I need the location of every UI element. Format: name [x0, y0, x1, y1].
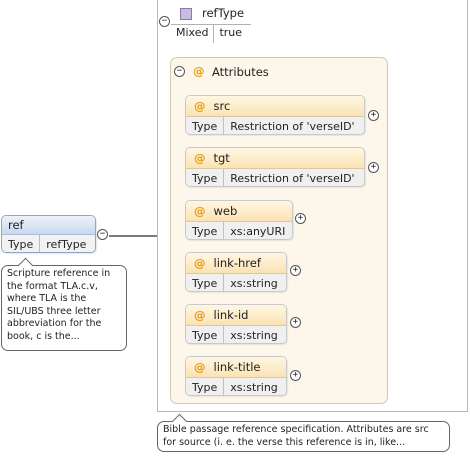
element-ref[interactable]: ref Type refType — [1, 215, 96, 253]
attribute-link-title[interactable]: @ link-title Type xs:string — [185, 356, 287, 396]
attribute-src[interactable]: @ src Type Restriction of 'verseID' — [185, 95, 365, 135]
type-documentation: Bible passage reference specification. A… — [157, 413, 450, 452]
complex-type-icon — [180, 8, 192, 20]
attribute-icon: @ — [194, 99, 206, 113]
attribute-icon: @ — [194, 308, 206, 322]
attribute-name: link-id — [213, 308, 249, 322]
type-value: Restriction of 'verseID' — [230, 119, 355, 133]
type-label: Type — [186, 222, 225, 239]
type-label: Type — [186, 326, 225, 343]
expand-toggle[interactable]: + — [290, 265, 301, 276]
attribute-icon: @ — [194, 360, 206, 374]
expand-toggle[interactable]: + — [368, 110, 379, 121]
type-label: Type — [186, 274, 225, 291]
mixed-value: true — [219, 26, 243, 39]
type-label: Type — [186, 117, 225, 134]
attribute-name: src — [213, 99, 231, 113]
collapse-toggle[interactable]: − — [159, 16, 170, 27]
attribute-icon: @ — [194, 151, 206, 165]
type-documentation-text: Bible passage reference specification. A… — [163, 424, 429, 448]
attribute-icon: @ — [194, 204, 206, 218]
attribute-link-id[interactable]: @ link-id Type xs:string — [185, 304, 287, 344]
attribute-web[interactable]: @ web Type xs:anyURI — [185, 200, 293, 240]
attributes-title: Attributes — [212, 65, 269, 79]
attribute-tgt[interactable]: @ tgt Type Restriction of 'verseID' — [185, 147, 365, 187]
type-value: xs:string — [230, 276, 278, 290]
type-label: Type — [186, 378, 225, 395]
type-value: xs:string — [230, 328, 278, 342]
attribute-name: tgt — [213, 151, 230, 165]
type-label: Type — [186, 169, 225, 186]
type-label: Type — [2, 235, 41, 252]
expand-toggle[interactable]: + — [295, 213, 306, 224]
element-documentation: Scripture reference in the format TLA.c.… — [1, 257, 127, 351]
attribute-link-href[interactable]: @ link-href Type xs:string — [185, 252, 287, 292]
type-value: xs:string — [230, 380, 278, 394]
complex-type-name: refType — [202, 6, 245, 20]
attribute-icon: @ — [193, 64, 205, 78]
attribute-name: link-href — [213, 256, 261, 270]
type-value: xs:anyURI — [230, 224, 286, 238]
type-value: Restriction of 'verseID' — [230, 171, 355, 185]
element-collapse-toggle[interactable]: − — [97, 229, 108, 240]
mixed-label: Mixed — [176, 26, 209, 39]
expand-toggle[interactable]: + — [368, 162, 379, 173]
expand-toggle[interactable]: + — [290, 370, 301, 381]
attribute-name: link-title — [213, 360, 261, 374]
mixed-row: Mixed true — [171, 25, 247, 43]
element-name: ref — [2, 216, 95, 235]
attribute-icon: @ — [194, 256, 206, 270]
attribute-name: web — [213, 204, 238, 218]
attributes-collapse-toggle[interactable]: − — [174, 66, 185, 77]
element-documentation-text: Scripture reference in the format TLA.c.… — [7, 268, 111, 342]
expand-toggle[interactable]: + — [290, 317, 301, 328]
type-value: refType — [46, 238, 87, 251]
